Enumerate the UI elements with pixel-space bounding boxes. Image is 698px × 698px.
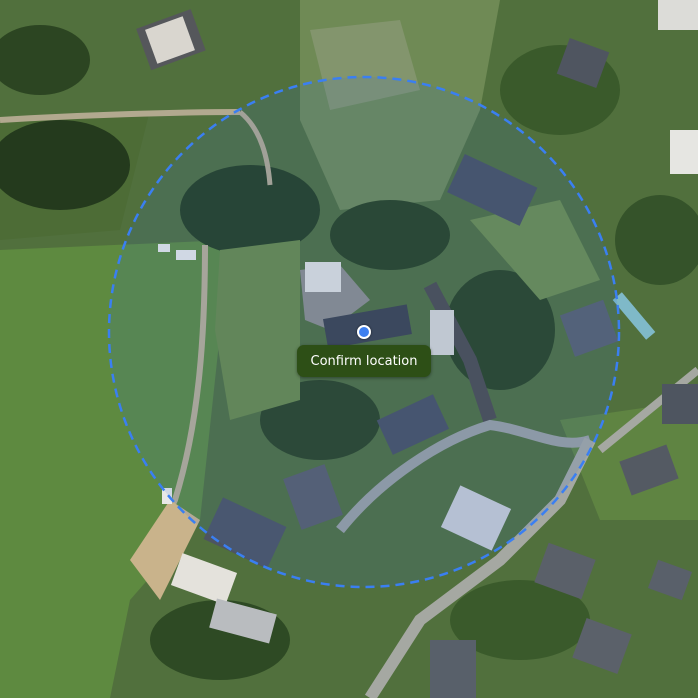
- satellite-map[interactable]: Confirm location: [0, 0, 698, 698]
- location-pin-icon[interactable]: [357, 325, 371, 339]
- confirm-location-button[interactable]: Confirm location: [297, 345, 431, 377]
